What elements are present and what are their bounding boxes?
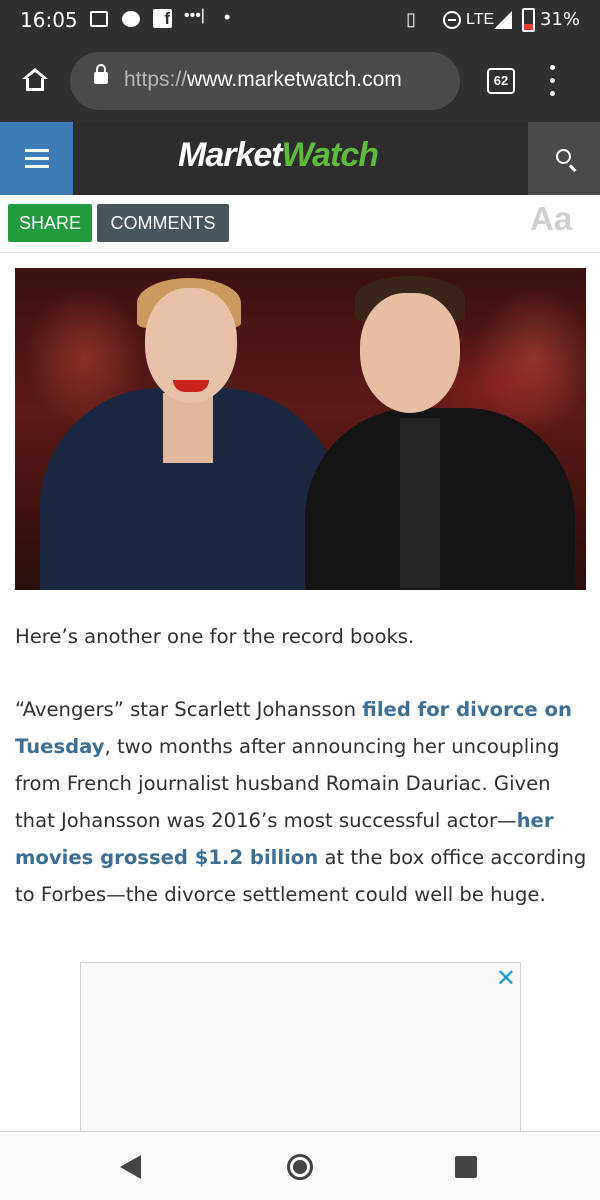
signal-icon: [494, 11, 512, 29]
vibrate-icon: ▯: [406, 9, 416, 29]
lock-icon[interactable]: [94, 64, 108, 84]
battery-icon: [522, 8, 535, 32]
overflow-menu-icon[interactable]: [546, 64, 560, 98]
more-notifications-icon: •••|: [184, 7, 205, 24]
article-toolbar: SHARE COMMENTS Aa: [0, 195, 600, 253]
comments-button[interactable]: COMMENTS: [97, 204, 229, 242]
address-bar[interactable]: https://www.marketwatch.com: [70, 52, 460, 110]
advertisement[interactable]: ✕: [80, 962, 521, 1142]
recent-apps-icon[interactable]: [455, 1156, 477, 1178]
url-host: www.marketwatch.com: [187, 68, 402, 91]
paragraph-text: “Avengers” star Scarlett Johansson: [15, 698, 363, 721]
system-navigation-bar: [0, 1131, 600, 1200]
battery-percent: 31%: [540, 9, 581, 30]
browser-toolbar: https://www.marketwatch.com 62: [0, 40, 600, 122]
status-bar: 16:05 f •••| • ▯ LTE 31%: [0, 0, 600, 40]
article-hero-image: [15, 268, 586, 590]
network-type: LTE: [466, 11, 495, 28]
article-body: Here’s another one for the record books.…: [15, 618, 587, 913]
status-time: 16:05: [20, 8, 78, 32]
url-scheme: https://: [124, 68, 188, 91]
chat-icon: [122, 11, 140, 27]
notification-dot-icon: •: [224, 7, 231, 27]
url-text[interactable]: https://www.marketwatch.com: [124, 68, 402, 92]
logo-watch: Watch: [281, 136, 379, 174]
marketwatch-logo[interactable]: MarketWatch: [178, 136, 379, 175]
article-paragraph: Here’s another one for the record books.: [15, 625, 415, 648]
logo-market: Market: [178, 136, 283, 174]
facebook-icon: f: [153, 9, 172, 28]
hamburger-menu-icon[interactable]: [0, 122, 73, 195]
site-header: MarketWatch: [0, 122, 600, 195]
close-icon[interactable]: ✕: [496, 964, 516, 993]
font-size-button[interactable]: Aa: [530, 200, 572, 238]
tab-switcher-button[interactable]: 62: [487, 68, 515, 94]
home-icon[interactable]: [22, 68, 48, 92]
search-icon[interactable]: [528, 122, 600, 195]
back-icon[interactable]: [120, 1155, 141, 1179]
article-paragraph: “Avengers” star Scarlett Johansson filed…: [15, 691, 587, 913]
home-button-icon[interactable]: [287, 1154, 313, 1180]
share-button[interactable]: SHARE: [8, 204, 92, 242]
gallery-icon: [90, 11, 108, 27]
do-not-disturb-icon: [443, 11, 461, 29]
